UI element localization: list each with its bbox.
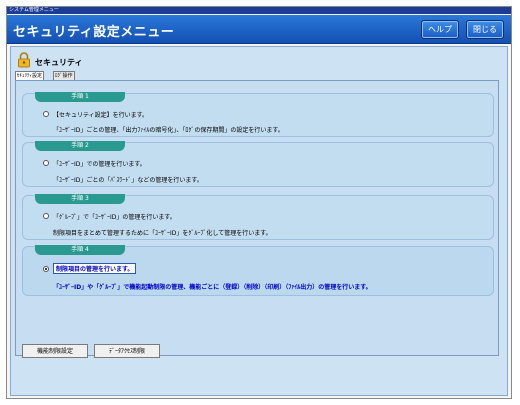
main-panel: セキュリティ ｾｷｭﾘﾃｨ設定 ﾛｸﾞ操作 手順 1 【セキュリティ設定】を行い… [10, 46, 508, 396]
data-access-limit-button[interactable]: ﾃﾞｰﾀｱｸｾｽ制限 [94, 344, 160, 358]
tab-panel: 手順 1 【セキュリティ設定】を行います。 「ﾕｰｻﾞｰID」ごとの管理、「出力… [15, 80, 499, 358]
step-1-description: 「ﾕｰｻﾞｰID」ごとの管理、「出力ﾌｧｲﾙの暗号化」、「ﾛｸﾞの保存期間」の設… [53, 127, 284, 134]
section-title: セキュリティ [35, 58, 83, 67]
step-2-heading[interactable]: 「ﾕｰｻﾞｰID」での管理を行います。 [53, 159, 146, 168]
window-caption: システム管理メニュー [7, 7, 511, 14]
step-3-description: 制限項目をまとめて管理するために「ﾕｰｻﾞｰID」をｸﾞﾙｰﾌﾟ化して管理を行い… [53, 230, 272, 237]
step-4-description: 「ﾕｰｻﾞｰID」や「ｸﾞﾙｰﾌﾟ」で機能起動制限の管理、機能ごとに（登録）（削… [53, 284, 372, 291]
step-2-description: 「ﾕｰｻﾞｰID」ごとの「ﾊﾟｽﾜｰﾄﾞ」などの管理を行います。 [53, 177, 203, 184]
close-button[interactable]: 閉じる [466, 20, 504, 39]
step-2-box: 手順 2 「ﾕｰｻﾞｰID」での管理を行います。 「ﾕｰｻﾞｰID」ごとの「ﾊﾟ… [22, 141, 494, 187]
step-1-tab: 手順 1 [35, 92, 125, 102]
step-3-heading[interactable]: 「ｸﾞﾙｰﾌﾟ」で「ﾕｰｻﾞｰID」の管理を行います。 [53, 212, 176, 221]
step-3-box: 手順 3 「ｸﾞﾙｰﾌﾟ」で「ﾕｰｻﾞｰID」の管理を行います。 制限項目をまと… [22, 194, 494, 240]
page-title: セキュリティ設定メニュー [13, 25, 175, 40]
step-1-box: 手順 1 【セキュリティ設定】を行います。 「ﾕｰｻﾞｰID」ごとの管理、「出力… [22, 92, 494, 137]
step-2-tab: 手順 2 [35, 141, 125, 151]
step-3-tab: 手順 3 [35, 194, 125, 204]
step-1-radio[interactable] [43, 111, 49, 117]
step-4-tab: 手順 4 [35, 245, 125, 255]
step-2-radio[interactable] [43, 160, 49, 166]
window: システム管理メニュー セキュリティ設定メニュー ヘルプ 閉じる セキュリティ ｾ… [6, 6, 512, 399]
function-limit-settings-button[interactable]: 機能制限設定 [22, 344, 88, 358]
app-header: セキュリティ設定メニュー ヘルプ 閉じる [7, 15, 511, 44]
lock-icon [18, 52, 30, 68]
step-4-heading[interactable]: 制限項目の管理を行います。 [53, 263, 137, 274]
help-button[interactable]: ヘルプ [421, 20, 459, 39]
step-3-radio[interactable] [43, 213, 49, 219]
step-1-heading[interactable]: 【セキュリティ設定】を行います。 [53, 110, 148, 119]
step-4-box: 手順 4 制限項目の管理を行います。 「ﾕｰｻﾞｰID」や「ｸﾞﾙｰﾌﾟ」で機能… [22, 245, 494, 296]
step-4-radio[interactable] [43, 266, 49, 272]
